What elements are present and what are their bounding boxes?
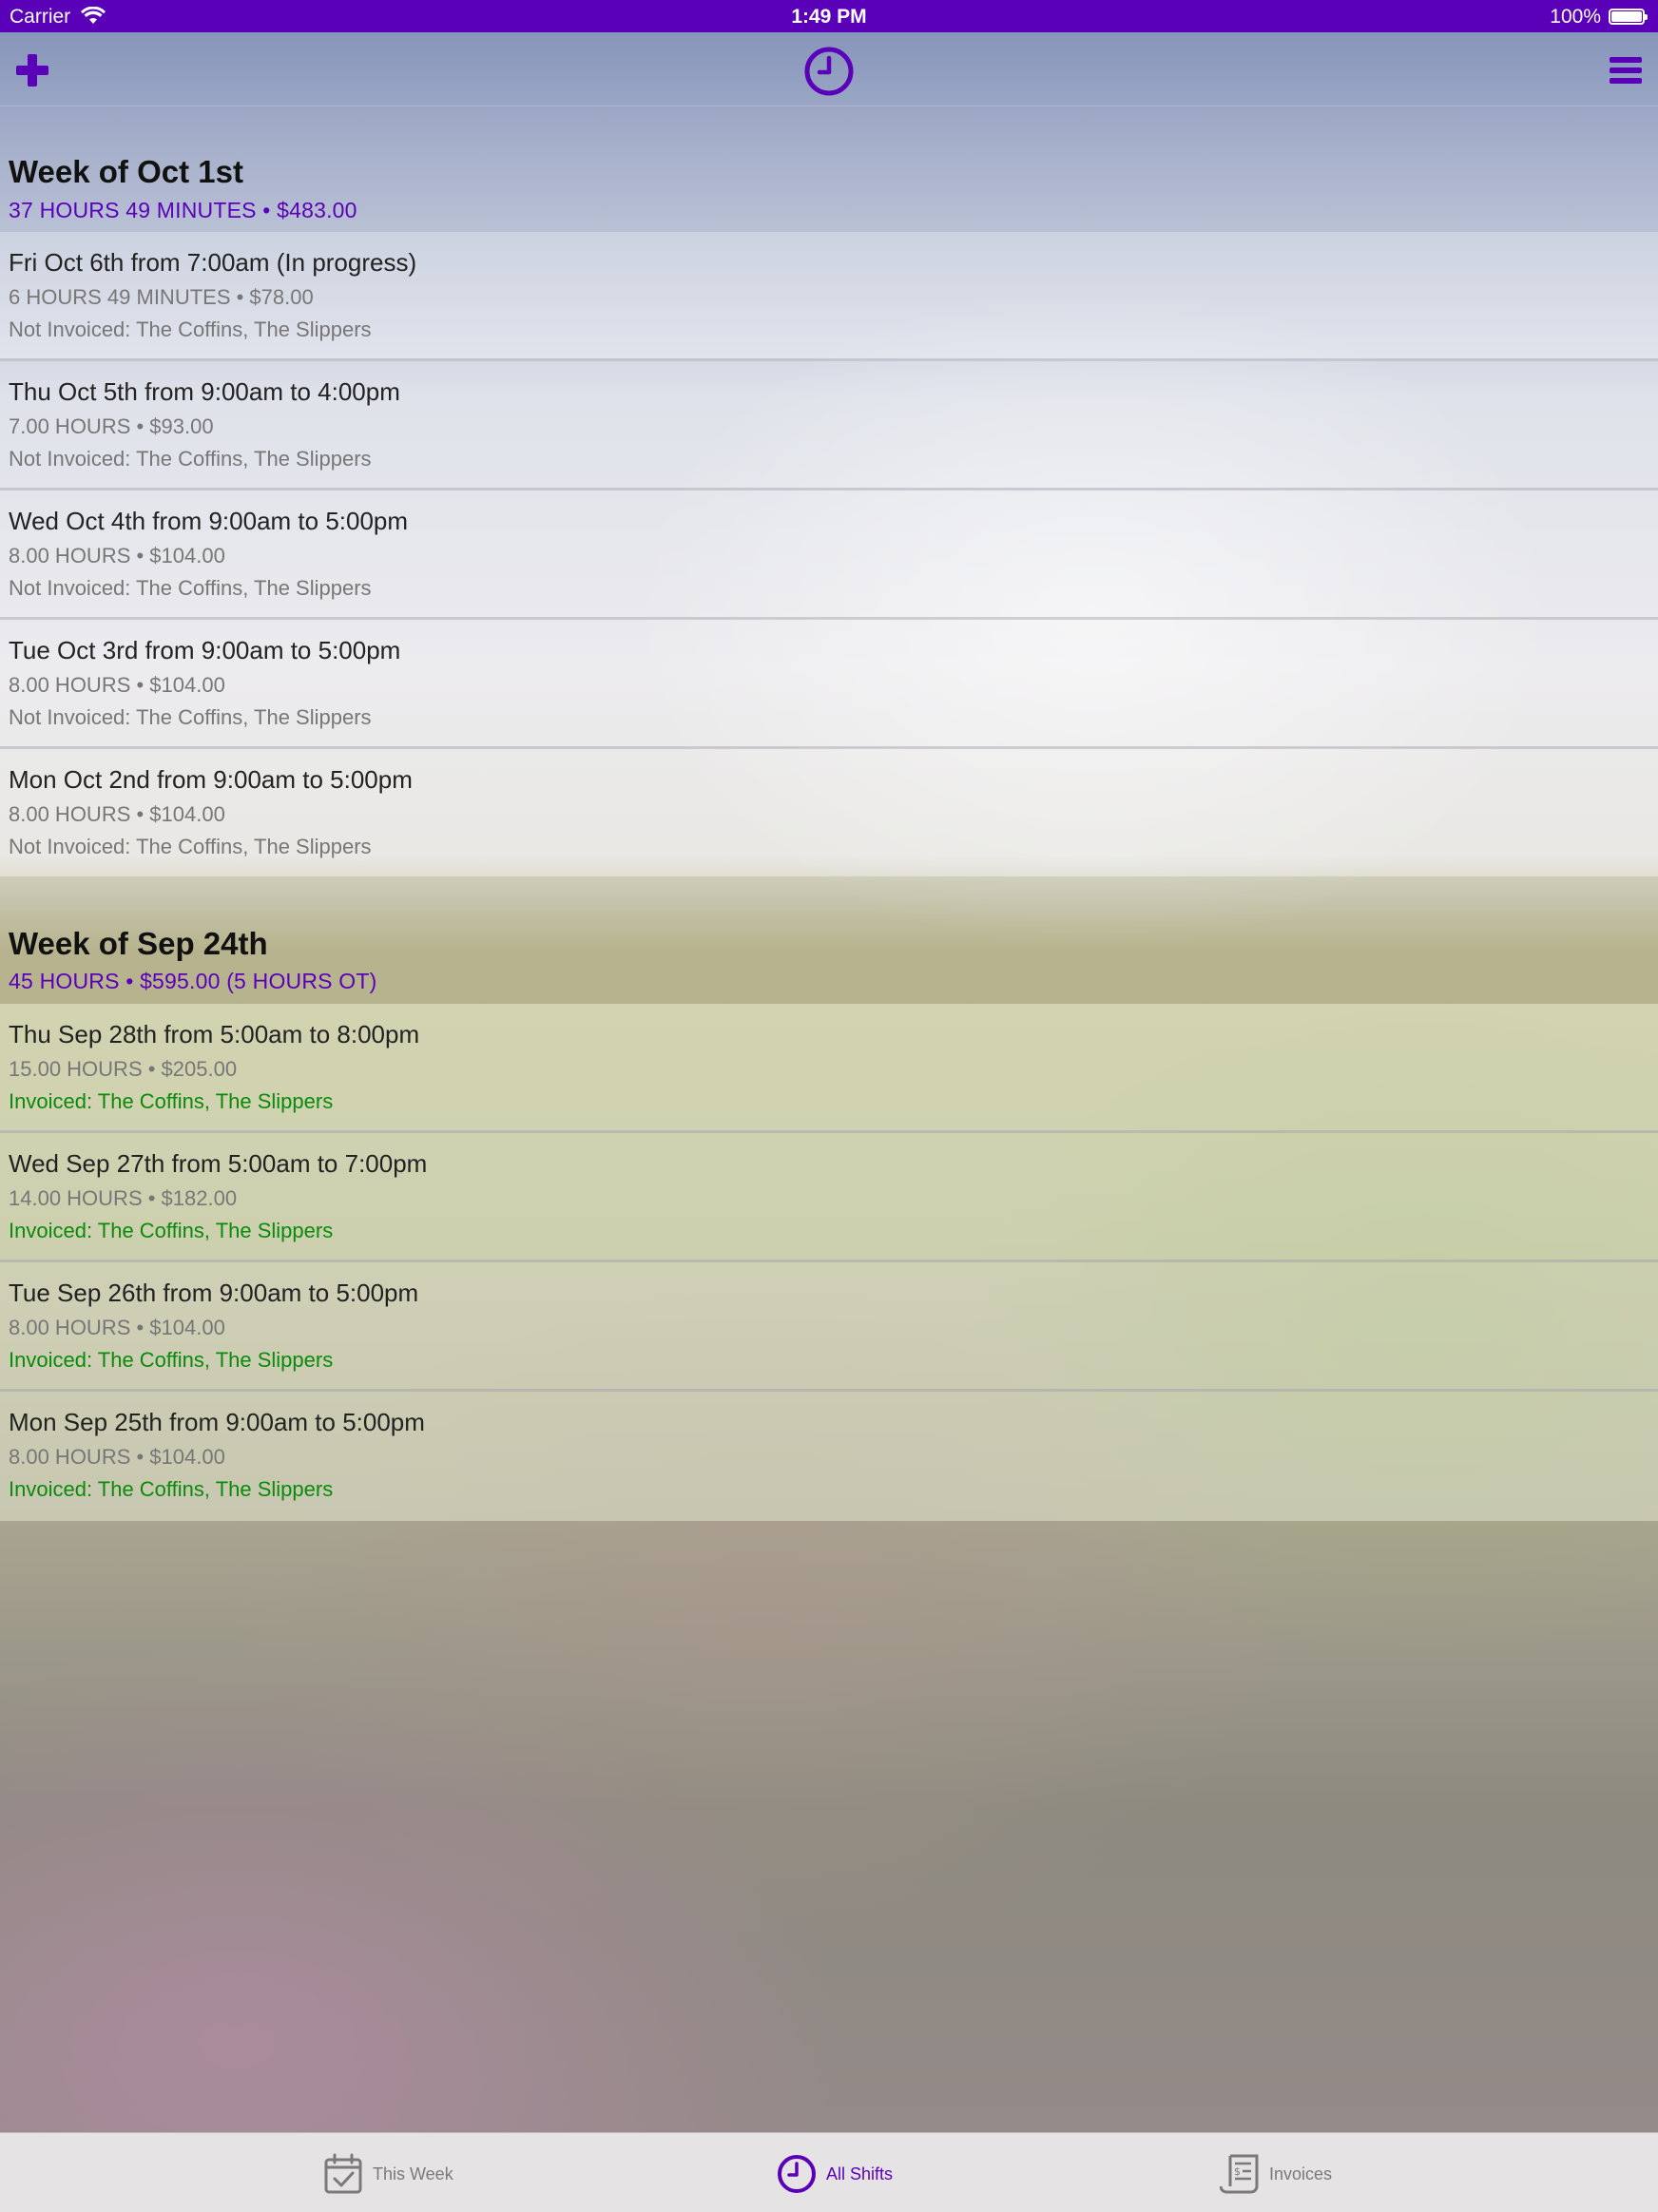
shift-hours-pay: 15.00 HOURS • $205.00 [9, 1057, 238, 1081]
status-bar: Carrier 1:49 PM 100% [0, 0, 1658, 32]
shift-title: Wed Oct 4th from 9:00am to 5:00pm [9, 507, 409, 535]
shift-title: Thu Oct 5th from 9:00am to 4:00pm [9, 377, 400, 406]
tab-this-week[interactable]: This Week [323, 2152, 475, 2196]
tab-label: All Shifts [826, 2164, 894, 2183]
tab-label: This Week [373, 2164, 453, 2183]
shift-title: Wed Sep 27th from 5:00am to 7:00pm [9, 1149, 428, 1178]
shift-row[interactable]: Tue Sep 26th from 9:00am to 5:00pm 8.00 … [0, 1262, 1658, 1392]
shift-invoice-status: Invoiced: The Coffins, The Slippers [9, 1089, 334, 1113]
clock-icon [778, 2155, 816, 2193]
tab-invoices[interactable]: $ Invoices [1220, 2152, 1372, 2196]
status-time: 1:49 PM [791, 6, 867, 28]
shift-hours-pay: 6 HOURS 49 MINUTES • $78.00 [9, 285, 314, 309]
shift-title: Fri Oct 6th from 7:00am (In progress) [9, 248, 417, 277]
shift-row[interactable]: Wed Oct 4th from 9:00am to 5:00pm 8.00 H… [0, 490, 1658, 620]
shift-hours-pay: 8.00 HOURS • $104.00 [9, 802, 225, 826]
clock-button[interactable] [803, 46, 855, 97]
section-title: Week of Oct 1st [9, 154, 243, 189]
battery-icon [1609, 9, 1648, 25]
svg-text:$: $ [1234, 2165, 1241, 2178]
shift-row[interactable]: Wed Sep 27th from 5:00am to 7:00pm 14.00… [0, 1133, 1658, 1262]
menu-button[interactable] [1607, 51, 1645, 89]
shift-row[interactable]: Thu Oct 5th from 9:00am to 4:00pm 7.00 H… [0, 361, 1658, 490]
shift-invoice-status: Invoiced: The Coffins, The Slippers [9, 1348, 334, 1372]
shift-invoice-status: Not Invoiced: The Coffins, The Slippers [9, 447, 372, 471]
shift-row[interactable]: Tue Oct 3rd from 9:00am to 5:00pm 8.00 H… [0, 620, 1658, 749]
shift-hours-pay: 8.00 HOURS • $104.00 [9, 1445, 225, 1469]
shift-title: Thu Sep 28th from 5:00am to 8:00pm [9, 1020, 420, 1048]
section-title: Week of Sep 24th [9, 926, 268, 961]
navigation-bar [0, 32, 1658, 106]
invoice-receipt-icon: $ [1220, 2154, 1259, 2194]
section-header-week-sep-24: Week of Sep 24th 45 HOURS • $595.00 (5 H… [0, 876, 1658, 1004]
clock-icon [804, 47, 854, 96]
tab-bar: This Week All Shifts $ Invoices [0, 2132, 1658, 2212]
calendar-check-icon [324, 2153, 362, 2194]
shift-title: Mon Sep 25th from 9:00am to 5:00pm [9, 1408, 425, 1436]
tab-all-shifts[interactable]: All Shifts [777, 2152, 929, 2196]
hamburger-menu-icon [1610, 57, 1642, 84]
tab-label: Invoices [1269, 2164, 1333, 2183]
shift-hours-pay: 8.00 HOURS • $104.00 [9, 673, 225, 697]
plus-icon [16, 54, 48, 87]
shift-row[interactable]: Mon Oct 2nd from 9:00am to 5:00pm 8.00 H… [0, 749, 1658, 878]
add-shift-button[interactable] [13, 51, 51, 89]
shift-hours-pay: 8.00 HOURS • $104.00 [9, 544, 225, 567]
shift-invoice-status: Invoiced: The Coffins, The Slippers [9, 1219, 334, 1242]
shift-row[interactable]: Mon Sep 25th from 9:00am to 5:00pm 8.00 … [0, 1392, 1658, 1521]
shift-invoice-status: Invoiced: The Coffins, The Slippers [9, 1477, 334, 1501]
battery-percentage: 100% [1550, 6, 1601, 28]
shift-hours-pay: 7.00 HOURS • $93.00 [9, 414, 214, 438]
shift-title: Tue Oct 3rd from 9:00am to 5:00pm [9, 636, 401, 664]
shift-invoice-status: Not Invoiced: The Coffins, The Slippers [9, 576, 372, 600]
shift-hours-pay: 8.00 HOURS • $104.00 [9, 1316, 225, 1339]
shift-invoice-status: Not Invoiced: The Coffins, The Slippers [9, 705, 372, 729]
section-summary: 45 HOURS • $595.00 (5 HOURS OT) [9, 969, 377, 993]
section-summary: 37 HOURS 49 MINUTES • $483.00 [9, 198, 357, 222]
shift-invoice-status: Not Invoiced: The Coffins, The Slippers [9, 835, 372, 858]
shift-invoice-status: Not Invoiced: The Coffins, The Slippers [9, 317, 372, 341]
shift-title: Tue Sep 26th from 9:00am to 5:00pm [9, 1279, 419, 1307]
shift-hours-pay: 14.00 HOURS • $182.00 [9, 1186, 238, 1210]
shift-row[interactable]: Thu Sep 28th from 5:00am to 8:00pm 15.00… [0, 1004, 1658, 1133]
shift-title: Mon Oct 2nd from 9:00am to 5:00pm [9, 765, 413, 794]
section-header-week-oct-1: Week of Oct 1st 37 HOURS 49 MINUTES • $4… [0, 106, 1658, 232]
shift-row[interactable]: Fri Oct 6th from 7:00am (In progress) 6 … [0, 232, 1658, 361]
